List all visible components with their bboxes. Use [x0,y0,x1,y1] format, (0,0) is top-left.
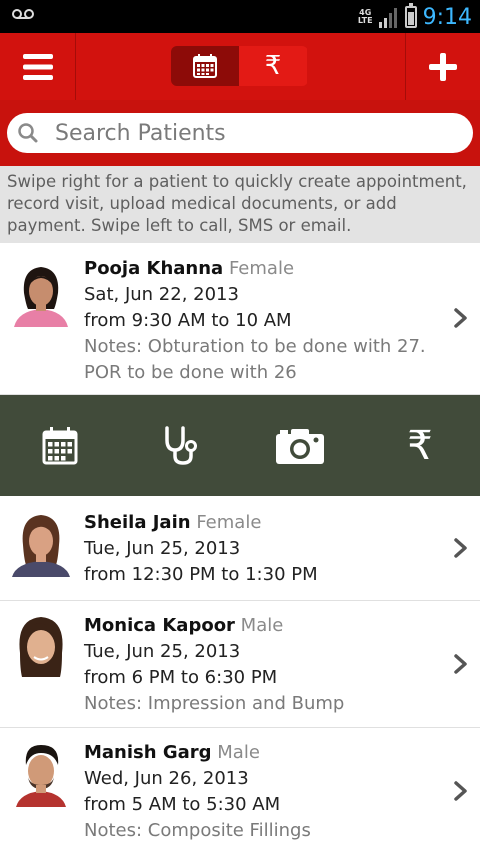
rupee-icon: ₹ [264,51,282,81]
chevron-right-icon [454,308,467,328]
appointment-date: Tue, Jun 25, 2013 [84,538,241,559]
create-appointment-action[interactable] [20,395,100,496]
appointment-time: from 12:30 PM to 1:30 PM [84,564,318,585]
patient-info: Pooja Khanna Female Sat, Jun 22, 2013 fr… [84,256,434,386]
menu-icon [22,53,53,80]
chevron-right-icon [454,654,467,674]
add-patient-button[interactable] [405,33,480,100]
calendar-tab[interactable] [171,46,239,86]
patient-info: Manish Garg Male Wed, Jun 26, 2013 from … [84,740,311,844]
chevron-right-icon [454,538,467,558]
patient-row[interactable]: Manish Garg Male Wed, Jun 26, 2013 from … [0,728,480,853]
record-visit-action[interactable] [140,395,220,496]
patient-gender: Male [217,742,260,763]
swipe-hint: Swipe right for a patient to quickly cre… [0,166,480,243]
network-type: 4G LTE [358,9,373,25]
add-payment-action[interactable]: ₹ [380,395,460,496]
patient-gender: Female [196,512,262,533]
network-lte: LTE [357,16,373,25]
action-bar: ₹ [0,33,480,100]
signal-icon [378,8,397,28]
patient-name: Monica Kapoor [84,615,235,636]
search-field[interactable] [7,113,473,153]
appointment-date: Tue, Jun 25, 2013 [84,641,241,662]
appointment-date: Sat, Jun 22, 2013 [84,284,239,305]
rupee-icon: ₹ [407,422,433,469]
patient-info: Monica Kapoor Male Tue, Jun 25, 2013 fro… [84,613,344,717]
camera-icon [276,428,324,464]
battery-icon [404,3,417,28]
search-input[interactable] [53,119,437,147]
patient-name: Manish Garg [84,742,212,763]
patient-row[interactable]: Sheila Jain Female Tue, Jun 25, 2013 fro… [0,496,480,601]
view-toggle: ₹ [171,46,308,86]
menu-button[interactable] [0,33,76,100]
patient-name: Pooja Khanna [84,258,224,279]
patient-notes: Notes: Composite Fillings [84,820,311,841]
plus-icon [429,52,457,81]
patient-row[interactable]: Pooja Khanna Female Sat, Jun 22, 2013 fr… [0,243,480,395]
patient-avatar [10,259,72,327]
appointment-time: from 5 AM to 5:30 AM [84,794,281,815]
chevron-right-icon [454,781,467,801]
appointment-time: from 6 PM to 6:30 PM [84,667,278,688]
status-indicators: 4G LTE 9:14 [358,3,472,31]
status-clock: 9:14 [422,4,472,30]
payments-tab[interactable]: ₹ [239,46,307,86]
voicemail-icon [12,9,34,19]
calendar-icon [193,54,217,78]
patient-avatar [10,739,72,807]
stethoscope-icon [165,425,197,465]
appointment-time: from 9:30 AM to 10 AM [84,310,292,331]
upload-document-action[interactable] [260,395,340,496]
patient-notes: Notes: Impression and Bump [84,693,345,714]
patient-gender: Female [228,258,295,279]
swipe-actions: ₹ [0,395,480,496]
patient-gender: Male [240,615,284,636]
status-bar: 4G LTE 9:14 [0,0,480,33]
search-icon [18,123,38,143]
patient-info: Sheila Jain Female Tue, Jun 25, 2013 fro… [84,510,318,588]
patient-name: Sheila Jain [84,512,191,533]
appointment-date: Wed, Jun 26, 2013 [84,768,249,789]
patient-avatar [10,613,72,681]
search-bar [0,100,480,166]
patient-avatar [10,509,72,577]
patient-row[interactable]: Monica Kapoor Male Tue, Jun 25, 2013 fro… [0,601,480,728]
calendar-icon [42,426,78,464]
patient-notes: Notes: Obturation to be done with 27. PO… [84,336,426,383]
